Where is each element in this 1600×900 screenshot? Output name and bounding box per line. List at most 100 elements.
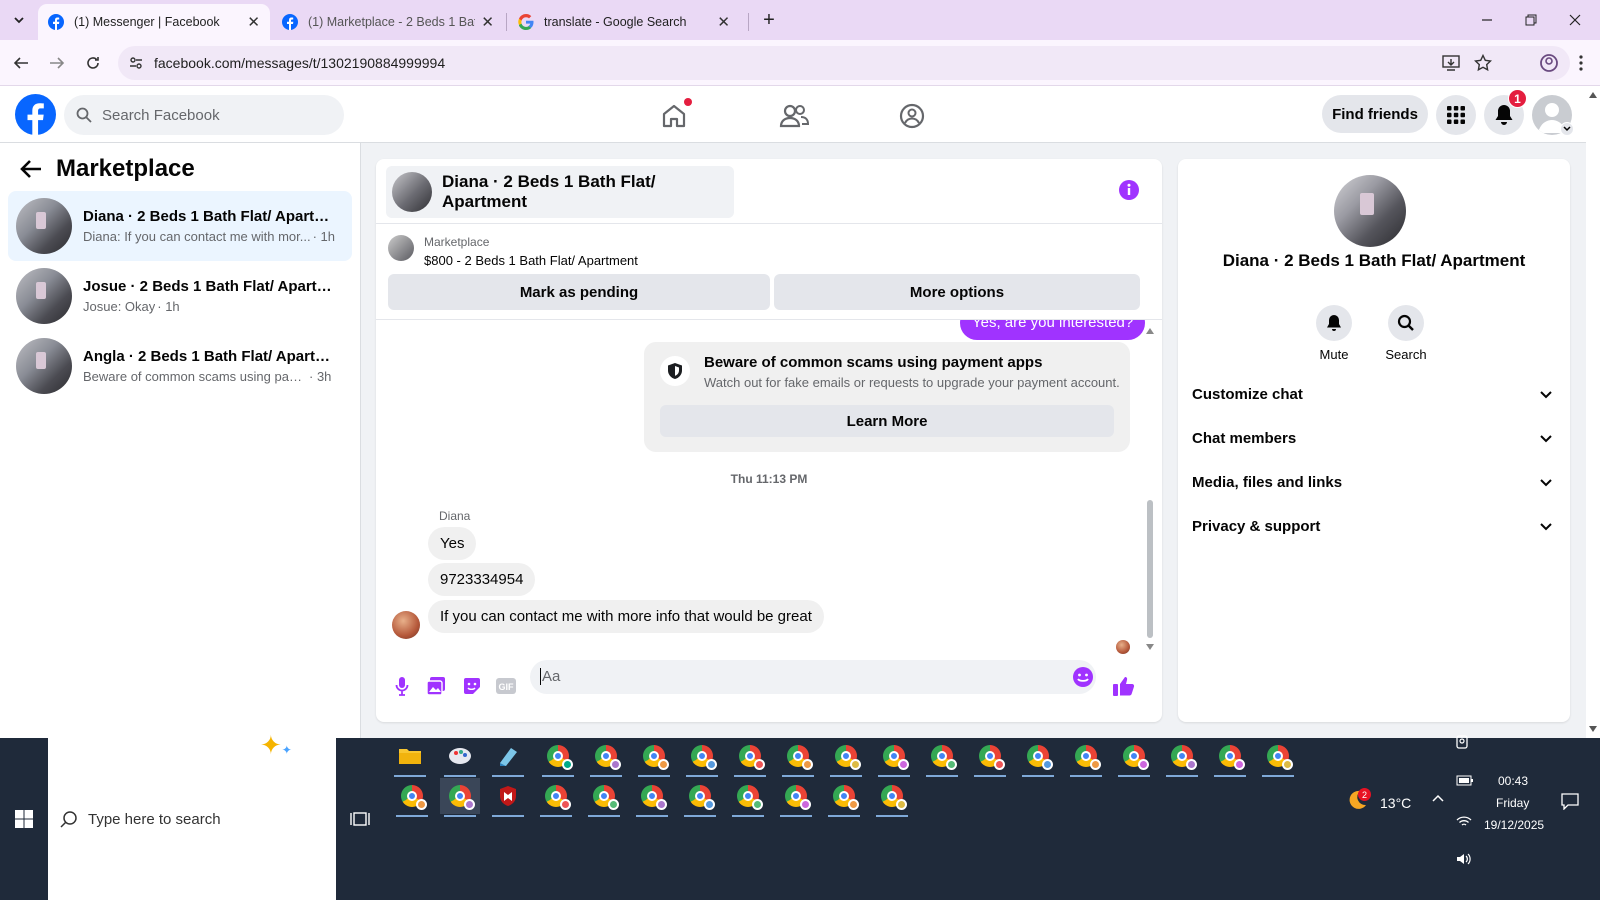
reload-icon[interactable] (80, 50, 106, 76)
close-tab-icon[interactable]: ✕ (717, 13, 730, 31)
browser-tab-google[interactable]: translate - Google Search ✕ (508, 4, 740, 40)
taskbar-search-input[interactable]: Type here to search ✦✦ (48, 730, 336, 900)
chrome-profile-icon[interactable] (1066, 738, 1106, 777)
chrome-profile-icon[interactable] (922, 738, 962, 777)
mcafee-shield-icon[interactable] (488, 778, 528, 817)
scroll-up-arrow-icon[interactable] (1146, 328, 1154, 334)
meet-now-icon[interactable] (1454, 734, 1470, 750)
attach-photo-icon[interactable] (424, 674, 448, 698)
mark-as-pending-button[interactable]: Mark as pending (388, 274, 770, 310)
notepad-app-icon[interactable] (488, 738, 528, 777)
show-hidden-icons-chevron-icon[interactable] (1432, 794, 1444, 802)
close-tab-icon[interactable]: ✕ (481, 13, 494, 31)
battery-icon[interactable] (1456, 774, 1474, 786)
chrome-profile-icon[interactable] (824, 778, 864, 817)
clock-time[interactable]: 00:43 (1498, 774, 1528, 788)
clock-date[interactable]: 19/12/2025 (1484, 818, 1544, 832)
microphone-icon[interactable] (390, 674, 414, 698)
scroll-down-arrow-icon[interactable] (1146, 644, 1154, 650)
conversation-item-josue[interactable]: Josue · 2 Beds 1 Bath Flat/ Apartm... Jo… (8, 261, 352, 331)
facebook-logo-icon[interactable] (15, 94, 56, 135)
mute-bell-icon[interactable] (1316, 305, 1352, 341)
close-tab-icon[interactable]: ✕ (247, 13, 260, 31)
new-tab-plus-icon[interactable]: + (756, 8, 782, 32)
install-app-icon[interactable] (1442, 54, 1460, 72)
chrome-zoho-icon[interactable] (538, 738, 578, 777)
chrome-profile-icon[interactable] (778, 738, 818, 777)
more-options-button[interactable]: More options (774, 274, 1140, 310)
chrome-profile-icon[interactable] (826, 738, 866, 777)
messages-scrollbar-thumb[interactable] (1147, 500, 1153, 638)
media-files-links-section[interactable]: Media, files and links (1192, 474, 1552, 491)
chrome-profile-icon[interactable] (392, 778, 432, 817)
chrome-profile-icon[interactable] (872, 778, 912, 817)
search-conversation-icon[interactable] (1388, 305, 1424, 341)
chrome-profile-icon[interactable] (730, 738, 770, 777)
volume-icon[interactable] (1456, 852, 1472, 866)
back-arrow-icon[interactable] (20, 159, 42, 179)
chrome-profile-icon[interactable] (1210, 738, 1250, 777)
close-window-icon[interactable] (1562, 8, 1588, 32)
thumbs-up-icon[interactable] (1112, 674, 1136, 698)
file-explorer-icon[interactable] (390, 738, 430, 777)
chrome-profile-icon[interactable] (634, 738, 674, 777)
browser-menu-icon[interactable] (1568, 50, 1594, 76)
message-input[interactable]: Aa (530, 660, 1096, 694)
notifications-bell-icon[interactable]: 1 (1484, 89, 1527, 135)
browser-tab-messenger[interactable]: (1) Messenger | Facebook ✕ (38, 4, 270, 40)
customize-chat-section[interactable]: Customize chat (1192, 386, 1552, 403)
chrome-profile-icon[interactable] (1018, 738, 1058, 777)
chat-members-section[interactable]: Chat members (1192, 430, 1552, 447)
chat-header[interactable]: Diana · 2 Beds 1 Bath Flat/ Apartment (386, 166, 734, 218)
emoji-icon[interactable] (1072, 666, 1094, 688)
listing-large-avatar[interactable] (1334, 175, 1406, 247)
chrome-profile-icon[interactable] (1114, 738, 1154, 777)
sticker-icon[interactable] (460, 674, 484, 698)
chrome-active-window-icon[interactable] (440, 778, 480, 817)
conversation-info-icon[interactable] (1118, 179, 1140, 201)
chrome-profile-icon[interactable] (586, 738, 626, 777)
address-bar[interactable]: facebook.com/messages/t/1302190884999994 (118, 46, 1570, 80)
conversation-item-angla[interactable]: Angla · 2 Beds 1 Bath Flat/ Apartm... Be… (8, 331, 352, 401)
account-chevron-icon[interactable] (1560, 122, 1574, 136)
profile-icon[interactable] (1536, 50, 1562, 76)
page-scrollbar[interactable] (1586, 86, 1600, 738)
find-friends-button[interactable]: Find friends (1322, 95, 1428, 133)
wifi-icon[interactable] (1456, 814, 1472, 828)
chrome-profile-icon[interactable] (728, 778, 768, 817)
chrome-profile-icon[interactable] (776, 778, 816, 817)
chrome-profile-icon[interactable] (1258, 738, 1298, 777)
friends-icon[interactable] (774, 96, 814, 136)
minimize-window-icon[interactable] (1474, 8, 1500, 32)
groups-icon[interactable] (892, 96, 932, 136)
clock-day[interactable]: Friday (1496, 796, 1529, 810)
browser-tab-marketplace[interactable]: (1) Marketplace - 2 Beds 1 Bath ✕ (272, 4, 504, 40)
chrome-profile-icon[interactable] (970, 738, 1010, 777)
chrome-profile-icon[interactable] (1162, 738, 1202, 777)
chrome-profile-icon[interactable] (874, 738, 914, 777)
paint-app-icon[interactable] (440, 738, 480, 777)
facebook-search-input[interactable]: Search Facebook (64, 95, 344, 135)
tab-search-chevron-icon[interactable] (6, 8, 32, 32)
listing-title-price[interactable]: $800 - 2 Beds 1 Bath Flat/ Apartment (424, 253, 638, 268)
forward-arrow-icon[interactable] (44, 50, 70, 76)
site-settings-icon[interactable] (128, 55, 144, 71)
task-view-icon[interactable] (350, 810, 370, 828)
restore-window-icon[interactable] (1518, 8, 1544, 32)
weather-temperature[interactable]: 13°C (1380, 795, 1411, 811)
home-icon[interactable] (654, 96, 694, 136)
windows-start-icon[interactable] (15, 810, 33, 828)
chrome-profile-icon[interactable] (680, 778, 720, 817)
privacy-support-section[interactable]: Privacy & support (1192, 518, 1552, 535)
chrome-profile-icon[interactable] (584, 778, 624, 817)
chrome-profile-icon[interactable] (632, 778, 672, 817)
notification-center-icon[interactable] (1561, 792, 1579, 810)
back-arrow-icon[interactable] (8, 50, 34, 76)
bookmark-star-icon[interactable] (1474, 54, 1492, 72)
conversation-item-diana[interactable]: Diana · 2 Beds 1 Bath Flat/ Apartm... Di… (8, 191, 352, 261)
menu-grid-icon[interactable] (1436, 95, 1476, 135)
learn-more-button[interactable]: Learn More (660, 405, 1114, 437)
chrome-profile-icon[interactable] (682, 738, 722, 777)
gif-icon[interactable]: GIF (494, 674, 518, 698)
chrome-profile-icon[interactable] (536, 778, 576, 817)
